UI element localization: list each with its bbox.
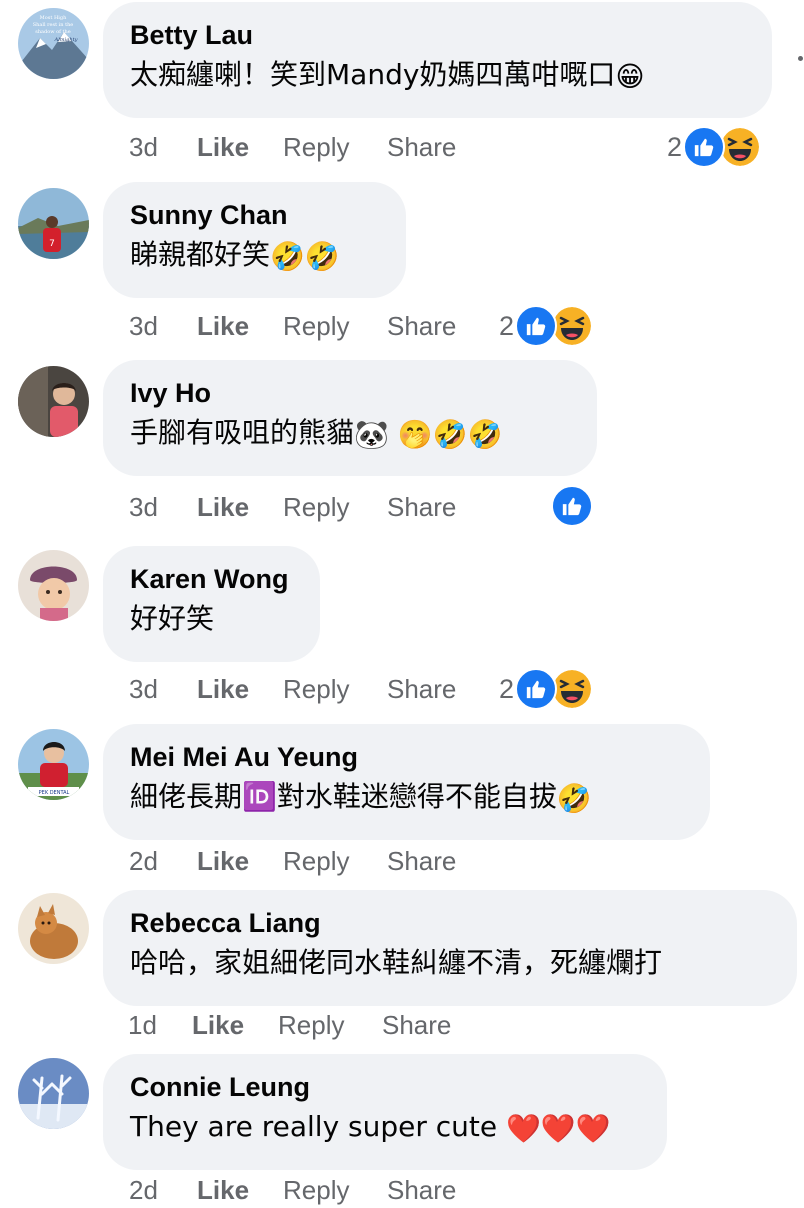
- haha-icon: [551, 668, 594, 710]
- haha-icon: [719, 126, 762, 168]
- comment-timestamp[interactable]: 1d: [128, 1007, 157, 1043]
- rofl-emoji: 🤣: [556, 782, 592, 815]
- comment-author[interactable]: Connie Leung: [130, 1071, 639, 1103]
- like-icon: [515, 305, 558, 347]
- comment-actions: 1d Like Reply Share: [128, 1007, 451, 1043]
- reply-button[interactable]: Reply: [283, 671, 349, 707]
- reaction-count: 2: [499, 673, 515, 704]
- reaction-count: 2: [499, 310, 515, 341]
- like-icon: [551, 485, 593, 527]
- doll-avatar-image: [18, 550, 89, 621]
- reaction-summary[interactable]: 2: [499, 667, 594, 711]
- reply-button[interactable]: Reply: [283, 1172, 349, 1208]
- grin-emoji: 😁: [615, 60, 645, 93]
- svg-text:PEK DENTAL: PEK DENTAL: [39, 790, 70, 796]
- person-avatar-image: [18, 366, 89, 437]
- winter-tree-avatar-image: [18, 1058, 89, 1129]
- like-button[interactable]: Like: [192, 1007, 244, 1043]
- share-button[interactable]: Share: [387, 1172, 456, 1208]
- comment-text: 睇親都好笑🤣🤣: [130, 238, 340, 273]
- comment-author[interactable]: Rebecca Liang: [130, 907, 769, 939]
- comment-text: 哈哈，家姐細佬同水鞋糾纏不清，死纏爛打: [130, 946, 663, 979]
- comment-bubble: Karen Wong 好好笑: [103, 546, 320, 662]
- share-button[interactable]: Share: [387, 843, 456, 879]
- reply-button[interactable]: Reply: [278, 1007, 344, 1043]
- mountain-avatar-image: Most High Shall rest in the shadow of th…: [18, 8, 89, 79]
- comment-bubble: Betty Lau 太痴纏喇！笑到Mandy奶媽四萬咁嘅口😁: [103, 2, 772, 118]
- comment-bubble: Connie Leung They are really super cute …: [103, 1054, 667, 1170]
- heart-emoji: ❤️❤️❤️: [506, 1112, 611, 1145]
- comment-actions: 3d Like Reply Share: [129, 489, 456, 525]
- comment-bubble: Mei Mei Au Yeung 細佬長期🆔對水鞋迷戀得不能自拔🤣: [103, 724, 710, 840]
- avatar-karen-wong[interactable]: [18, 550, 89, 621]
- reply-button[interactable]: Reply: [283, 129, 349, 165]
- comment-actions: 3d Like Reply Share: [129, 671, 456, 707]
- comment-text: 好好笑: [130, 602, 215, 635]
- panda-laugh-emoji: 🐼 🤭🤣🤣: [354, 418, 503, 451]
- like-button[interactable]: Like: [197, 1172, 249, 1208]
- avatar-sunny-chan[interactable]: 7: [18, 188, 89, 259]
- comment-author[interactable]: Karen Wong: [130, 563, 292, 595]
- avatar-ivy-ho[interactable]: [18, 366, 89, 437]
- svg-text:shadow of the: shadow of the: [35, 29, 71, 35]
- comment-actions: 2d Like Reply Share: [129, 1172, 456, 1208]
- share-button[interactable]: Share: [387, 308, 456, 344]
- comment-author[interactable]: Ivy Ho: [130, 377, 569, 409]
- comment-bubble: Sunny Chan 睇親都好笑🤣🤣: [103, 182, 406, 298]
- comment-actions: 3d Like Reply Share: [129, 129, 456, 165]
- avatar-mei-mei-au-yeung[interactable]: PEK DENTAL: [18, 729, 89, 800]
- like-button[interactable]: Like: [197, 129, 249, 165]
- share-button[interactable]: Share: [387, 129, 456, 165]
- reaction-summary[interactable]: 2: [667, 125, 762, 169]
- rofl-emoji: 🤣🤣: [270, 240, 340, 273]
- comment-timestamp[interactable]: 2d: [129, 843, 158, 879]
- svg-text:Shall rest in the: Shall rest in the: [33, 22, 74, 28]
- reaction-count: 2: [667, 131, 683, 162]
- comment-text: They are really super cute ❤️❤️❤️: [130, 1110, 611, 1145]
- comment-timestamp[interactable]: 3d: [129, 489, 158, 525]
- reply-button[interactable]: Reply: [283, 489, 349, 525]
- svg-text:Almighty: Almighty: [54, 37, 78, 43]
- comment-bubble: Ivy Ho 手腳有吸咀的熊貓🐼 🤭🤣🤣: [103, 360, 597, 476]
- haha-icon: [551, 305, 594, 347]
- more-options-icon[interactable]: [798, 56, 803, 61]
- share-button[interactable]: Share: [387, 671, 456, 707]
- share-button[interactable]: Share: [382, 1007, 451, 1043]
- comment-text: 手腳有吸咀的熊貓🐼 🤭🤣🤣: [130, 416, 503, 451]
- comment-actions: 2d Like Reply Share: [129, 843, 456, 879]
- comment-author[interactable]: Mei Mei Au Yeung: [130, 741, 682, 773]
- comment-timestamp[interactable]: 2d: [129, 1172, 158, 1208]
- comment-timestamp[interactable]: 3d: [129, 129, 158, 165]
- reaction-summary[interactable]: [551, 484, 593, 528]
- reaction-summary[interactable]: 2: [499, 304, 594, 348]
- comment-text: 細佬長期🆔對水鞋迷戀得不能自拔🤣: [130, 780, 592, 815]
- reply-button[interactable]: Reply: [283, 308, 349, 344]
- like-button[interactable]: Like: [197, 308, 249, 344]
- comment-bubble: Rebecca Liang 哈哈，家姐細佬同水鞋糾纏不清，死纏爛打: [103, 890, 797, 1006]
- comment-author[interactable]: Betty Lau: [130, 19, 744, 51]
- like-icon: [515, 668, 558, 710]
- comment-actions: 3d Like Reply Share: [129, 308, 456, 344]
- like-button[interactable]: Like: [197, 489, 249, 525]
- person-avatar-image: PEK DENTAL: [18, 729, 89, 800]
- like-icon: [683, 126, 726, 168]
- svg-text:Most High: Most High: [40, 15, 67, 21]
- like-button[interactable]: Like: [197, 843, 249, 879]
- svg-text:7: 7: [49, 239, 55, 249]
- cat-avatar-image: [18, 893, 89, 964]
- avatar-rebecca-liang[interactable]: [18, 893, 89, 964]
- share-button[interactable]: Share: [387, 489, 456, 525]
- reply-button[interactable]: Reply: [283, 843, 349, 879]
- like-button[interactable]: Like: [197, 671, 249, 707]
- comment-author[interactable]: Sunny Chan: [130, 199, 378, 231]
- comment-timestamp[interactable]: 3d: [129, 671, 158, 707]
- comment-text: 太痴纏喇！笑到Mandy奶媽四萬咁嘅口😁: [130, 58, 645, 93]
- comment-timestamp[interactable]: 3d: [129, 308, 158, 344]
- avatar-betty-lau[interactable]: Most High Shall rest in the shadow of th…: [18, 8, 89, 79]
- avatar-connie-leung[interactable]: [18, 1058, 89, 1129]
- person-avatar-image: 7: [18, 188, 89, 259]
